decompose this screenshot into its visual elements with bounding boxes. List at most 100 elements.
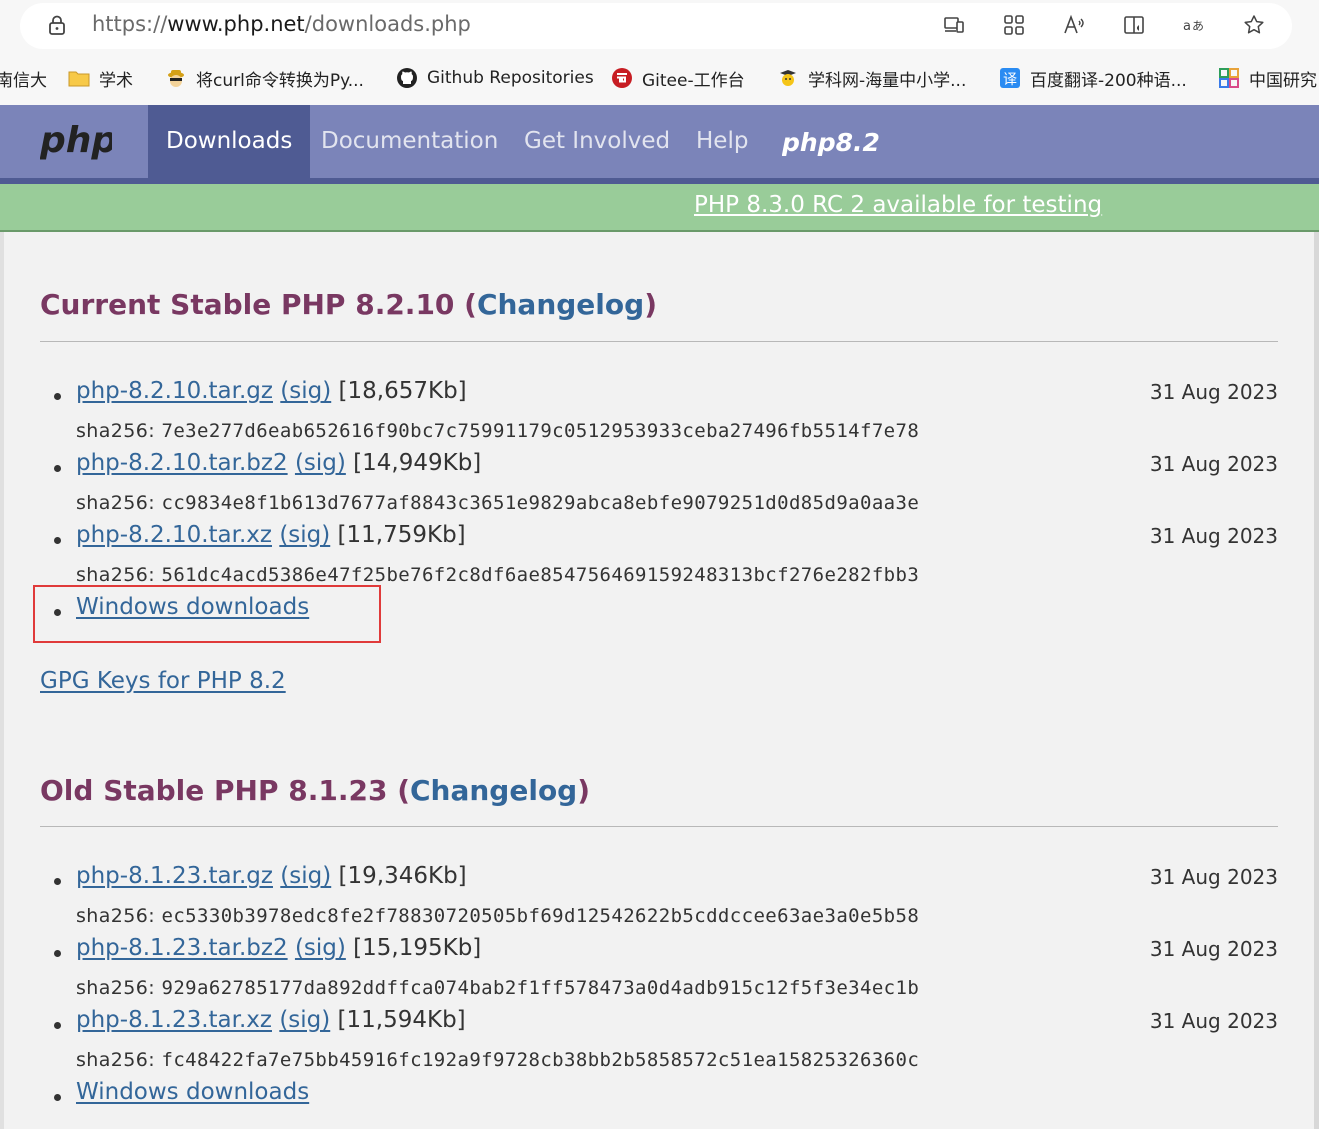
title-text: Current Stable PHP 8.2.10 (: [40, 288, 477, 321]
lock-icon[interactable]: [47, 15, 67, 35]
php82-logo-text: php8.2: [782, 128, 880, 157]
download-row: php-8.2.10.tar.gz (sig) [18,657Kb] 31 Au…: [40, 378, 1278, 414]
bookmark-baidu-translate[interactable]: 译 百度翻译-200种语...: [999, 65, 1187, 91]
sha256-line: sha256: 561dc4acd5386e47f25be76f2c8df6ae…: [76, 564, 919, 586]
bullet-icon: [54, 393, 61, 400]
sha-label: sha256:: [76, 905, 162, 927]
gitee-icon: [611, 67, 633, 89]
devices-icon[interactable]: [941, 12, 967, 38]
windows-downloads-link[interactable]: Windows downloads: [76, 1079, 309, 1105]
zxxk-icon: [777, 67, 799, 89]
bullet-icon: [54, 1022, 61, 1029]
nav-documentation[interactable]: Documentation: [321, 105, 498, 178]
url-text[interactable]: https://www.php.net/downloads.php: [92, 12, 471, 36]
annotation-highlight-box: [33, 585, 381, 643]
svg-text:あ: あ: [1192, 19, 1204, 33]
download-row: php-8.1.23.tar.xz (sig) [11,594Kb] 31 Au…: [40, 1007, 1278, 1043]
bullet-icon: [54, 950, 61, 957]
translate-icon[interactable]: aあ: [1181, 12, 1207, 38]
bookmark-zxxk[interactable]: 学科网-海量中小学...: [777, 65, 966, 91]
url-host: www.php.net: [167, 12, 305, 36]
sig-link[interactable]: (sig): [279, 522, 330, 548]
sig-link[interactable]: (sig): [280, 863, 331, 889]
nav-help[interactable]: Help: [696, 105, 748, 178]
announcement-bar: PHP 8.3.0 RC 2 available for testing: [0, 184, 1319, 232]
read-aloud-icon[interactable]: [1061, 12, 1087, 38]
php-logo[interactable]: php: [40, 118, 112, 162]
file-size: [14,949Kb]: [353, 450, 482, 476]
sig-link[interactable]: (sig): [280, 378, 331, 404]
release-date: 31 Aug 2023: [1149, 937, 1278, 961]
download-link[interactable]: php-8.2.10.tar.xz: [76, 522, 272, 548]
bookmark-github[interactable]: Github Repositories: [396, 65, 594, 91]
download-link[interactable]: php-8.1.23.tar.bz2: [76, 935, 288, 961]
bookmark-curl-converter[interactable]: 将curl命令转换为Py...: [165, 65, 364, 91]
sha256-line: sha256: fc48422fa7e75bb45916fc192a9f9728…: [76, 1049, 919, 1071]
changelog-link[interactable]: Changelog: [410, 774, 577, 807]
bullet-icon: [54, 465, 61, 472]
download-entry: Windows downloads: [76, 1079, 309, 1105]
github-icon: [396, 67, 418, 89]
file-size: [18,657Kb]: [338, 378, 467, 404]
url-prefix: https://: [92, 12, 168, 36]
sha-value: ec5330b3978edc8fe2f78830720505bf69d12542…: [161, 905, 920, 927]
nav-downloads[interactable]: Downloads: [148, 105, 311, 178]
bookmark-folder-xueshu[interactable]: 学术: [68, 65, 133, 91]
download-entry: php-8.1.23.tar.bz2 (sig) [15,195Kb]: [76, 935, 481, 961]
download-link[interactable]: php-8.1.23.tar.xz: [76, 1007, 272, 1033]
windows-downloads-row: Windows downloads: [40, 1079, 1278, 1115]
bookmark-label: 南信大: [0, 70, 47, 91]
sha-value: fc48422fa7e75bb45916fc192a9f9728cb38bb2b…: [161, 1049, 920, 1071]
gpg-keys-link[interactable]: GPG Keys for PHP 8.2: [40, 668, 286, 694]
sig-link[interactable]: (sig): [295, 935, 346, 961]
download-link[interactable]: php-8.2.10.tar.bz2: [76, 450, 288, 476]
bullet-icon: [54, 878, 61, 885]
svg-text:a: a: [1183, 19, 1191, 34]
url-path: /downloads.php: [304, 12, 471, 36]
bookmark-label: 中国研究: [1249, 70, 1317, 91]
apps-icon[interactable]: [1001, 12, 1027, 38]
bookmark-cnki[interactable]: 中国研究: [1218, 65, 1317, 91]
download-row: php-8.2.10.tar.bz2 (sig) [14,949Kb] 31 A…: [40, 450, 1278, 486]
content-right-border: [1314, 232, 1319, 1129]
section-title-old-stable: Old Stable PHP 8.1.23 (Changelog): [40, 774, 590, 807]
title-paren: ): [577, 774, 591, 807]
bookmark-label: Github Repositories: [427, 68, 594, 88]
bookmark-gitee[interactable]: Gitee-工作台: [611, 65, 745, 91]
bookmark-nuist[interactable]: 南信大: [0, 65, 47, 91]
file-size: [15,195Kb]: [353, 935, 482, 961]
folder-icon: [68, 67, 90, 89]
browser-chrome: https://www.php.net/downloads.php aあ 南信大…: [0, 0, 1319, 105]
download-row: php-8.2.10.tar.xz (sig) [11,759Kb] 31 Au…: [40, 522, 1278, 558]
php-logo-text: php: [40, 120, 112, 161]
download-row: php-8.1.23.tar.gz (sig) [19,346Kb] 31 Au…: [40, 863, 1278, 899]
sha256-line: sha256: 7e3e277d6eab652616f90bc7c7599117…: [76, 420, 919, 442]
content-left-border: [0, 232, 4, 1129]
download-link[interactable]: php-8.1.23.tar.gz: [76, 863, 273, 889]
php82-logo[interactable]: php8.2: [782, 124, 882, 160]
download-entry: php-8.1.23.tar.xz (sig) [11,594Kb]: [76, 1007, 466, 1033]
sha-label: sha256:: [76, 564, 162, 586]
sig-link[interactable]: (sig): [295, 450, 346, 476]
bookmark-label: Gitee-工作台: [642, 70, 745, 91]
title-paren: ): [644, 288, 657, 321]
release-date: 31 Aug 2023: [1149, 524, 1278, 548]
sha-label: sha256:: [76, 492, 162, 514]
section-title-current-stable: Current Stable PHP 8.2.10 (Changelog): [40, 288, 657, 321]
bullet-icon: [54, 537, 61, 544]
baidu-translate-icon: 译: [999, 67, 1021, 89]
download-entry: php-8.2.10.tar.bz2 (sig) [14,949Kb]: [76, 450, 481, 476]
sha256-line: sha256: cc9834e8f1b613d7677af8843c3651e9…: [76, 492, 919, 514]
changelog-link[interactable]: Changelog: [477, 288, 644, 321]
download-link[interactable]: php-8.2.10.tar.gz: [76, 378, 273, 404]
immersive-reader-icon[interactable]: [1121, 12, 1147, 38]
sha-value: cc9834e8f1b613d7677af8843c3651e9829abca8…: [161, 492, 920, 514]
sig-link[interactable]: (sig): [279, 1007, 330, 1033]
bookmarks-bar: 南信大 学术 将curl命令转换为Py... Github Repositori…: [0, 58, 1319, 98]
nav-get-involved[interactable]: Get Involved: [524, 105, 670, 178]
release-date: 31 Aug 2023: [1149, 1009, 1278, 1033]
favorite-star-icon[interactable]: [1241, 12, 1267, 38]
announcement-link[interactable]: PHP 8.3.0 RC 2 available for testing: [694, 192, 1102, 218]
sha-value: 7e3e277d6eab652616f90bc7c75991179c051295…: [161, 420, 920, 442]
sha256-line: sha256: ec5330b3978edc8fe2f78830720505bf…: [76, 905, 919, 927]
